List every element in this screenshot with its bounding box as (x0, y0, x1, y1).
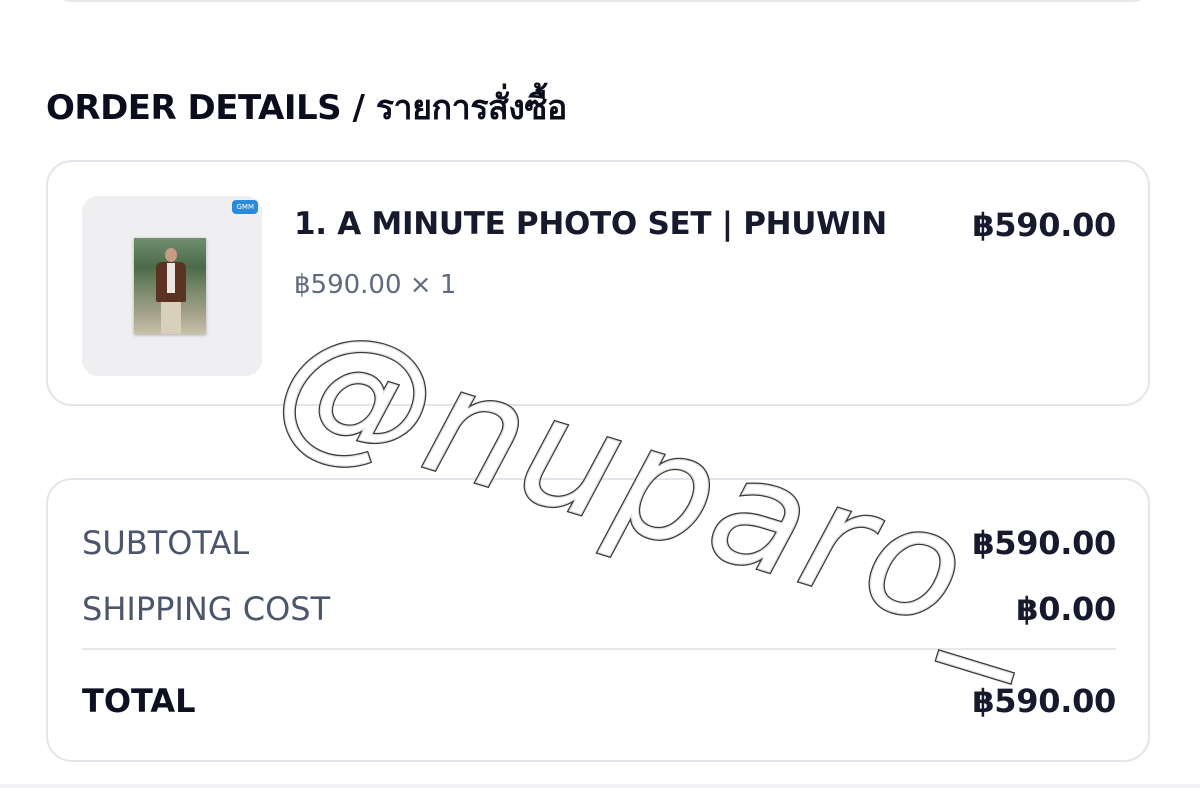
shipping-cost-value: ฿0.00 (1016, 590, 1116, 628)
bottom-edge (0, 784, 1200, 788)
product-thumbnail[interactable]: GMM (82, 196, 262, 376)
item-name[interactable]: 1. A MINUTE PHOTO SET | PHUWIN (294, 206, 887, 242)
order-item-card: GMM 1. A MINUTE PHOTO SET | PHUWIN ฿590.… (46, 160, 1150, 406)
total-label: TOTAL (82, 682, 196, 720)
item-unit-price-quantity: ฿590.00 × 1 (294, 270, 457, 300)
brand-badge: GMM (232, 200, 258, 214)
photo-person-shirt (167, 263, 175, 293)
photo-person-head (165, 248, 177, 262)
shipping-cost-label: SHIPPING COST (82, 590, 331, 628)
order-summary-card: SUBTOTAL ฿590.00 SHIPPING COST ฿0.00 TOT… (46, 478, 1150, 762)
subtotal-label: SUBTOTAL (82, 524, 250, 562)
product-photo (134, 238, 206, 334)
order-details-title: ORDER DETAILS / รายการสั่งซื้อ (46, 88, 567, 128)
previous-card-edge (48, 0, 1156, 2)
item-price: ฿590.00 (972, 206, 1116, 244)
photo-person-figure (156, 248, 186, 334)
photo-person-pants (161, 302, 181, 334)
total-value: ฿590.00 (972, 682, 1116, 720)
summary-divider (82, 648, 1116, 650)
subtotal-value: ฿590.00 (972, 524, 1116, 562)
